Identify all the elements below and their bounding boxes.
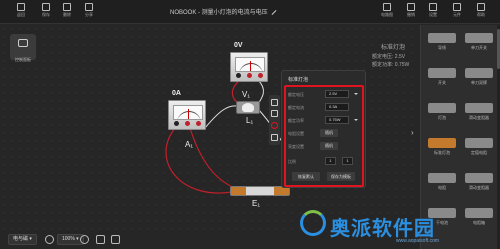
bulb[interactable] [236,101,260,114]
row-rated-power: 额定功率 0.75W [288,116,362,125]
voltmeter-label: V₁ [242,90,251,99]
fullscreen-icon[interactable] [96,235,105,244]
ratio-b-field[interactable]: 1 [342,157,353,165]
save-template-button[interactable]: 保存为模板 [327,172,355,181]
row-resistance: 电阻设置 随机 [288,129,362,138]
component-item[interactable]: 导线 [424,27,460,61]
terminal[interactable] [174,121,179,126]
properties-icon[interactable] [271,122,278,129]
bulb-info-voltage: 额定电压: 2.5V [372,54,406,60]
row-rated-current: 额定电流 0.3A [288,103,362,112]
settings-button[interactable]: 设置 [422,2,444,22]
voltmeter[interactable] [230,52,268,82]
bulb-info-power: 额定功率: 0.75W [372,62,410,68]
control-panel-icon [18,39,28,47]
property-panel: 标准灯泡 额定电压 2.5V 额定电流 0.3A 额定功率 0.75W 电阻设置… [281,70,366,188]
rated-voltage-select[interactable]: 2.5V [325,90,349,98]
chevron-down-icon[interactable] [354,93,358,95]
wire[interactable] [189,127,236,189]
help-icon [477,3,485,11]
bulb-label: L₁ [246,116,254,125]
mode-select[interactable]: 电与磁 ▾ [8,234,37,245]
component-item[interactable]: 单刀开关 [461,27,497,61]
chevron-right-icon[interactable]: › [411,128,414,137]
component-item[interactable]: 标准灯泡 [424,132,460,166]
terminal[interactable] [196,121,201,126]
gear-icon [429,3,437,11]
component-toolbar [269,95,280,145]
chevron-down-icon[interactable] [354,119,358,121]
component-item[interactable]: 电阻 [424,167,460,201]
bulb-info-title: 标准灯泡 [381,45,406,51]
trash-icon[interactable] [271,134,278,141]
flip-horizontal-icon[interactable] [271,110,278,117]
zoom-in-icon[interactable] [80,235,89,244]
row-rated-voltage: 额定电压 2.5V [288,90,362,99]
ammeter[interactable] [168,100,206,130]
row-ratio: 比例 1 1 [288,157,362,166]
ammeter-label: A₁ [185,140,194,149]
ratio-a-field[interactable]: 1 [325,157,336,165]
component-item[interactable]: 定值电阻 [461,132,497,166]
zoom-out-icon[interactable] [45,235,54,244]
voltmeter-dial [235,57,265,72]
control-panel-button[interactable]: 控制面板 [10,34,36,62]
terminal[interactable] [247,73,252,78]
component-item[interactable]: 滑动变阻器 [461,167,497,201]
wire[interactable] [204,105,238,129]
voltmeter-reading: 0V [234,42,243,49]
terminal[interactable] [185,121,190,126]
reset-default-button[interactable]: 恢复默认 [292,172,320,181]
component-item[interactable]: 灯泡 [424,97,460,131]
resistance-random-button[interactable]: 随机 [320,129,338,137]
brightness-random-button[interactable]: 随机 [320,142,338,150]
rated-current-field[interactable]: 0.3A [325,103,349,111]
component-item[interactable]: 单刀双掷 [461,62,497,96]
ammeter-reading: 0A [172,90,181,97]
wire[interactable] [165,127,233,194]
panel-title: 标准灯泡 [288,77,309,83]
rated-power-select[interactable]: 0.75W [325,116,349,124]
components-button[interactable]: 元件 [446,2,468,22]
help-button[interactable]: 帮助 [470,2,492,22]
battery[interactable] [230,186,290,196]
battery-label: E₁ [252,199,261,208]
terminal[interactable] [236,73,241,78]
component-item[interactable]: 滑动变阻器 [461,97,497,131]
terminal[interactable] [258,73,263,78]
meter-needle [188,109,189,119]
pen-icon[interactable] [111,235,120,244]
component-item[interactable]: 开关 [424,62,460,96]
meter-needle [250,61,251,71]
watermark-logo-icon [300,210,326,236]
grid-icon [453,3,461,11]
ammeter-dial [173,105,203,120]
watermark: 奥派软件园 www.aopaisoft.com [300,210,500,249]
row-brightness: 亮度设置 随机 [288,142,362,151]
bulb-glass [242,103,254,112]
flip-vertical-icon[interactable] [271,99,278,106]
